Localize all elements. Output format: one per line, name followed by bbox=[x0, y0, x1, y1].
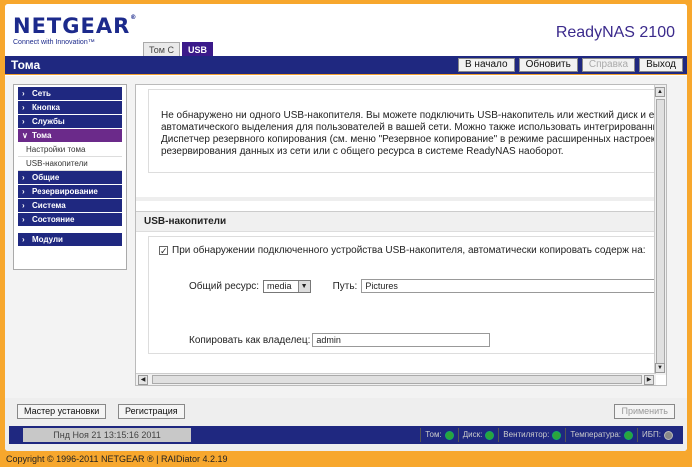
chevron-right-icon: › bbox=[22, 187, 25, 196]
chevron-right-icon: › bbox=[22, 103, 25, 112]
status-ok-icon bbox=[444, 430, 454, 440]
status-disk[interactable]: Диск: bbox=[457, 428, 499, 442]
tab-volume-c[interactable]: Том C bbox=[143, 42, 180, 56]
scroll-left-icon[interactable]: ◀ bbox=[138, 375, 148, 385]
sidebar-item-status[interactable]: › Состояние bbox=[18, 213, 122, 226]
sidebar-item-network[interactable]: › Сеть bbox=[18, 87, 122, 100]
chevron-right-icon: › bbox=[22, 89, 25, 98]
status-bar: Пнд Ноя 21 13:15:16 2011 Том: Диск: Вент… bbox=[9, 426, 683, 444]
chevron-right-icon: › bbox=[22, 235, 25, 244]
sidebar-item-backup[interactable]: › Резервирование bbox=[18, 185, 122, 198]
chevron-right-icon: › bbox=[22, 215, 25, 224]
share-select[interactable]: media ▼ bbox=[263, 279, 311, 293]
vertical-scroll-thumb[interactable] bbox=[656, 99, 665, 367]
home-button[interactable]: В начало bbox=[457, 58, 515, 72]
status-off-icon bbox=[664, 430, 673, 440]
datetime: Пнд Ноя 21 13:15:16 2011 bbox=[23, 428, 191, 442]
section-title: USB-накопители bbox=[136, 212, 664, 232]
auto-copy-checkbox[interactable]: ✓ bbox=[159, 245, 168, 255]
sidebar-item-shares[interactable]: › Общие bbox=[18, 171, 122, 184]
status-ok-icon bbox=[552, 430, 562, 440]
sidebar: › Сеть › Кнопка › Службы ∨ Тома Настройки то… bbox=[13, 84, 127, 270]
usb-settings: ✓ При обнаружении подключенного устройств… bbox=[148, 236, 666, 354]
sidebar-item-button[interactable]: › Кнопка bbox=[18, 101, 122, 114]
auto-copy-row: ✓ При обнаружении подключенного устройств… bbox=[159, 245, 666, 257]
owner-row: Копировать как владелец: admin bbox=[189, 333, 491, 347]
volume-tabs: Том C USB bbox=[143, 42, 215, 56]
chevron-right-icon: › bbox=[22, 117, 25, 126]
title-bar: Тома В начало Обновить Справка Выход bbox=[5, 56, 687, 75]
status-volume[interactable]: Том: bbox=[420, 428, 457, 442]
auto-copy-label: При обнаружении подключенного устройства… bbox=[172, 245, 646, 256]
share-path-row: Общий ресурс: media ▼ Путь: Pictures bbox=[189, 279, 662, 293]
page-title: Тома bbox=[11, 58, 41, 72]
status-ok-icon bbox=[485, 430, 495, 440]
scroll-down-icon[interactable]: ▼ bbox=[655, 363, 665, 373]
owner-label: Копировать как владелец: bbox=[189, 334, 311, 346]
product-name: ReadyNAS 2100 bbox=[555, 24, 675, 41]
dropdown-arrow-icon: ▼ bbox=[297, 280, 310, 292]
main-area: › Сеть › Кнопка › Службы ∨ Тома Настройки то… bbox=[5, 76, 687, 398]
refresh-button[interactable]: Обновить bbox=[518, 58, 578, 72]
chevron-right-icon: › bbox=[22, 201, 25, 210]
info-box: Не обнаружено ни одного USB-накопителя. … bbox=[148, 89, 666, 173]
info-text: Не обнаружено ни одного USB-накопителя. … bbox=[161, 110, 667, 157]
owner-input[interactable]: admin bbox=[312, 333, 491, 347]
bottom-bar: Мастер установки Регистрация Применить П… bbox=[5, 398, 687, 451]
content-panel: Не обнаружено ни одного USB-накопителя. … bbox=[135, 84, 667, 386]
help-button[interactable]: Справка bbox=[581, 58, 636, 72]
tab-usb[interactable]: USB bbox=[182, 42, 214, 56]
setup-wizard-button[interactable]: Мастер установки bbox=[17, 404, 107, 419]
horizontal-scrollbar[interactable]: ◀ ▶ bbox=[136, 373, 656, 385]
share-label: Общий ресурс: bbox=[189, 280, 260, 292]
register-button[interactable]: Регистрация bbox=[118, 404, 185, 419]
netgear-logo: NETGEAR® bbox=[13, 14, 138, 38]
header: NETGEAR® Connect with Innovation™ Том CU… bbox=[5, 4, 687, 56]
usb-section: USB-накопители ✓ При обнаружении подключе… bbox=[136, 211, 666, 361]
sidebar-subitem-volume-settings[interactable]: Настройки тома bbox=[18, 143, 122, 157]
path-label: Путь: bbox=[332, 280, 358, 292]
app-window: NETGEAR® Connect with Innovation™ Том CU… bbox=[5, 4, 687, 451]
horizontal-scroll-thumb[interactable] bbox=[152, 375, 642, 384]
sidebar-item-volumes[interactable]: ∨ Тома bbox=[18, 129, 122, 142]
copyright: Copyright © 1996-2011 NETGEAR ® | RAIDia… bbox=[6, 454, 228, 464]
tagline: Connect with Innovation™ bbox=[13, 39, 95, 46]
vertical-scrollbar[interactable]: ▲ ▼ bbox=[654, 85, 666, 375]
path-input[interactable]: Pictures bbox=[361, 279, 662, 293]
sidebar-item-services[interactable]: › Службы bbox=[18, 115, 122, 128]
chevron-down-icon: ∨ bbox=[22, 131, 28, 140]
apply-button[interactable]: Применить bbox=[614, 404, 675, 419]
status-temperature[interactable]: Температура: bbox=[565, 428, 637, 442]
sidebar-subitem-usb[interactable]: USB-накопители bbox=[18, 157, 122, 171]
scroll-right-icon[interactable]: ▶ bbox=[644, 375, 654, 385]
status-ups[interactable]: ИБП: bbox=[637, 428, 677, 442]
chevron-right-icon: › bbox=[22, 173, 25, 182]
sidebar-item-system[interactable]: › Система bbox=[18, 199, 122, 212]
sidebar-item-modules[interactable]: › Модули bbox=[18, 233, 122, 246]
status-ok-icon bbox=[624, 430, 634, 440]
scroll-up-icon[interactable]: ▲ bbox=[655, 87, 665, 97]
status-fan[interactable]: Вентилятор: bbox=[498, 428, 565, 442]
logout-button[interactable]: Выход bbox=[639, 58, 683, 72]
